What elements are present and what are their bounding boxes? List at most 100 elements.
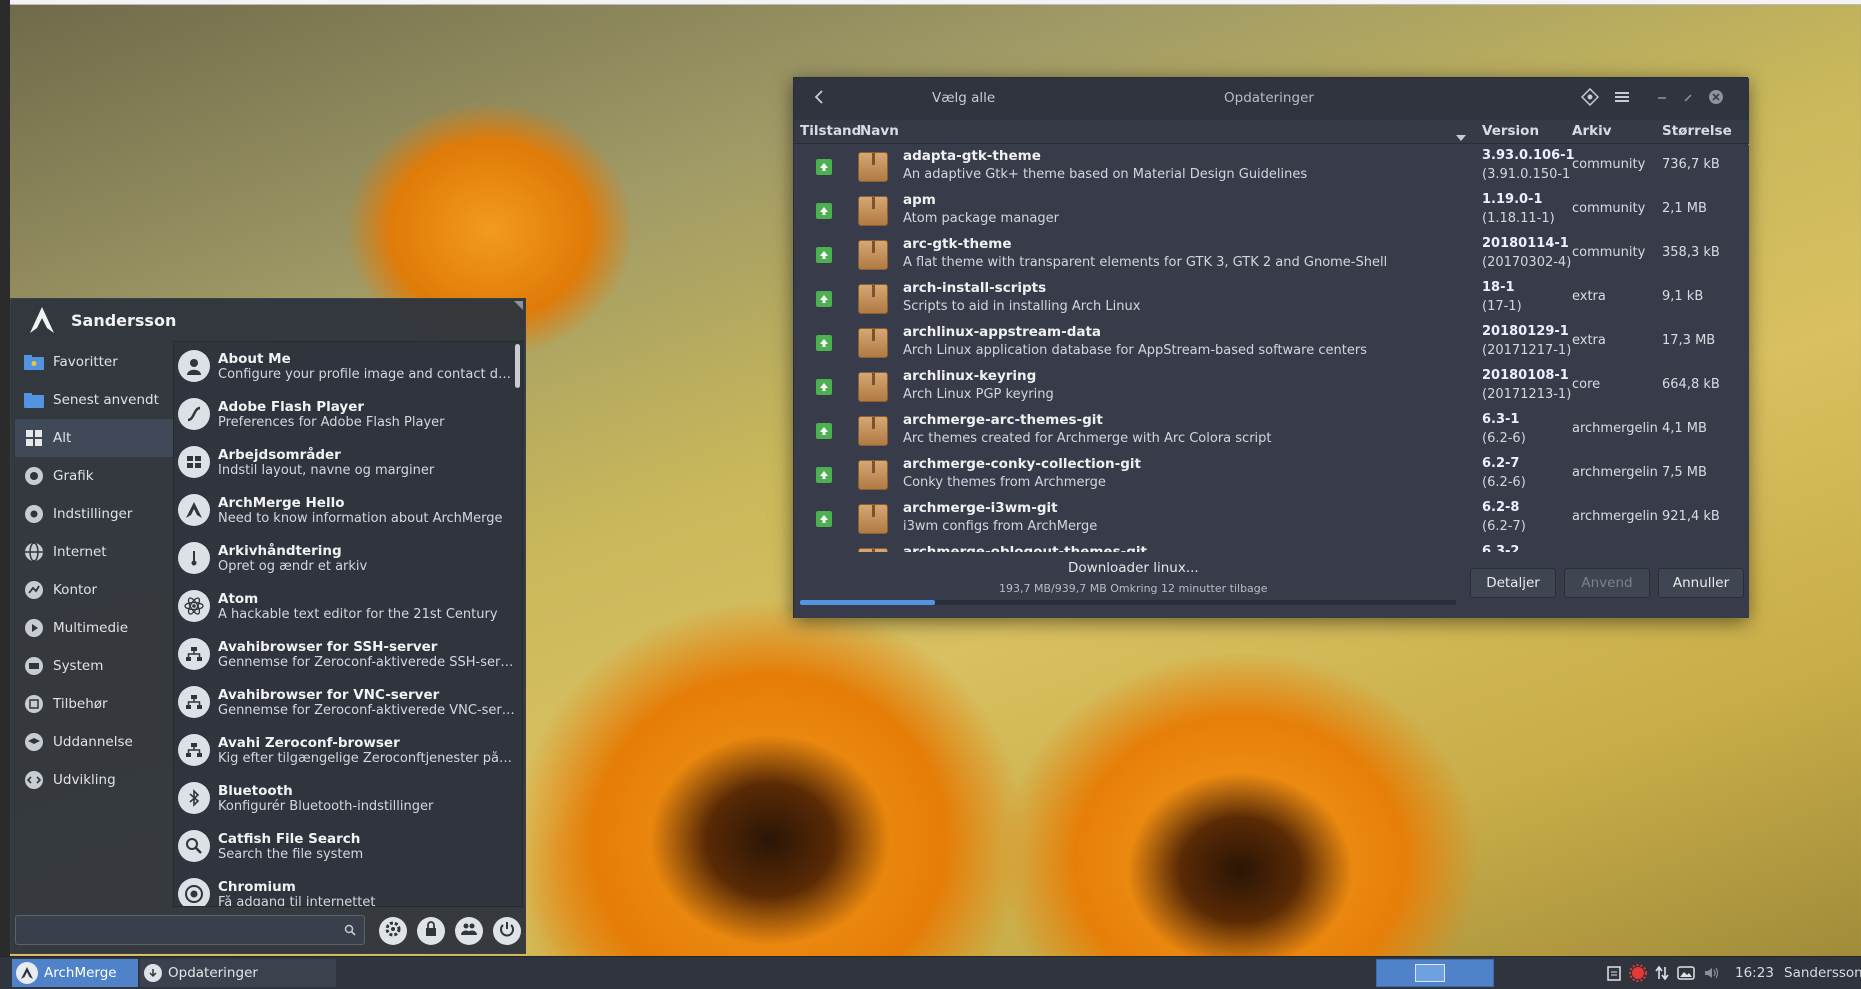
close-button[interactable] (1706, 89, 1726, 109)
close-icon (1708, 89, 1724, 109)
app-item-adobe-flash-player[interactable]: Adobe Flash Player Preferences for Adobe … (174, 390, 522, 438)
switch-user-button[interactable] (455, 917, 483, 945)
app-item-avahi-vnc[interactable]: Avahibrowser for VNC-server Gennemse for … (174, 678, 522, 726)
menu-search-box[interactable] (15, 915, 365, 945)
network-icon (178, 686, 210, 718)
lock-screen-button[interactable] (417, 917, 445, 945)
category-kontor[interactable]: Kontor (15, 571, 175, 609)
package-old-version: (6.2-7) (1482, 519, 1526, 534)
menu-button[interactable] (1612, 89, 1632, 109)
update-notifier-icon[interactable] (1628, 963, 1648, 983)
menu-search-input[interactable] (16, 916, 326, 944)
app-description: Gennemse for Zeroconf-aktiverede SSH-ser… (218, 654, 516, 670)
settings-button[interactable] (379, 917, 407, 945)
app-description: Opret og ændr et arkiv (218, 558, 368, 574)
upgrade-status-icon[interactable] (816, 335, 832, 351)
upgrade-status-icon[interactable] (816, 423, 832, 439)
session-user[interactable]: Sandersson (1784, 965, 1861, 981)
category-indstillinger[interactable]: Indstillinger (15, 495, 175, 533)
category-grafik[interactable]: Grafik (15, 457, 175, 495)
category-multimedie[interactable]: Multimedie (15, 609, 175, 647)
workspace-pager[interactable] (1376, 959, 1494, 987)
network-icon (178, 734, 210, 766)
category-senest-anvendt[interactable]: Senest anvendt (15, 381, 175, 419)
select-all-button[interactable]: Vælg alle (932, 90, 995, 106)
column-arkiv[interactable]: Arkiv (1572, 123, 1612, 139)
package-old-version: (3.91.0.150-1 (1482, 167, 1571, 182)
app-item-arbejdsomrader[interactable]: Arbejdsområder Indstil layout, navne og m… (174, 438, 522, 486)
package-row[interactable]: archmerge-conky-collection-git Conky the… (794, 453, 1749, 497)
sort-down-icon[interactable] (1456, 129, 1466, 145)
package-row[interactable]: archmerge-i3wm-git i3wm configs from Arc… (794, 497, 1749, 541)
locate-button[interactable] (1580, 87, 1600, 109)
app-list-scrollbar[interactable] (515, 344, 520, 388)
package-name: apm (903, 192, 936, 208)
upgrade-status-icon[interactable] (816, 511, 832, 527)
app-item-avahi-zeroconf[interactable]: Avahi Zeroconf-browser Kig efter tilgænge… (174, 726, 522, 774)
cancel-button[interactable]: Annuller (1658, 568, 1744, 598)
category-tilbehor[interactable]: Tilbehør (15, 685, 175, 723)
package-repo: extra (1572, 289, 1606, 304)
category-uddannelse[interactable]: Uddannelse (15, 723, 175, 761)
category-system[interactable]: System (15, 647, 175, 685)
category-internet[interactable]: Internet (15, 533, 175, 571)
upgrade-status-icon[interactable] (816, 379, 832, 395)
column-storrelse[interactable]: Størrelse (1662, 123, 1732, 139)
volume-icon[interactable] (1702, 963, 1722, 983)
app-item-about-me[interactable]: About Me Configure your profile image and… (174, 342, 522, 390)
download-progress-bar (800, 600, 1456, 605)
category-udvikling[interactable]: Udvikling (15, 761, 175, 799)
upgrade-status-icon[interactable] (816, 203, 832, 219)
app-item-chromium[interactable]: Chromium Få adgang til internettet (174, 870, 522, 906)
clipboard-icon[interactable] (1604, 963, 1624, 983)
package-icon (858, 372, 888, 402)
package-new-version: 1.19.0-1 (1482, 192, 1543, 207)
details-button[interactable]: Detaljer (1470, 568, 1556, 598)
column-tilstand[interactable]: Tilstand (800, 123, 861, 139)
app-item-archmerge-hello[interactable]: ArchMerge Hello Need to know information … (174, 486, 522, 534)
search-icon (342, 922, 358, 938)
column-navn[interactable]: Navn (860, 123, 899, 139)
upgrade-status-icon[interactable] (816, 467, 832, 483)
column-version[interactable]: Version (1482, 123, 1539, 139)
package-row[interactable]: archlinux-keyring Arch Linux PGP keyring… (794, 365, 1749, 409)
clock[interactable]: 16:23 (1735, 965, 1774, 981)
back-button[interactable] (808, 88, 830, 110)
app-item-catfish[interactable]: Catfish File Search Search the file syste… (174, 822, 522, 870)
app-item-avahi-ssh[interactable]: Avahibrowser for SSH-server Gennemse for … (174, 630, 522, 678)
package-old-version: (20171217-1) (1482, 343, 1572, 358)
category-favoritter[interactable]: Favoritter (15, 343, 175, 381)
package-old-version: (6.2-6) (1482, 431, 1526, 446)
package-row[interactable]: apm Atom package manager 1.19.0-1 (1.18.… (794, 189, 1749, 233)
app-item-atom[interactable]: Atom A hackable text editor for the 21st … (174, 582, 522, 630)
package-name: archmerge-arc-themes-git (903, 412, 1103, 428)
category-label: Favoritter (53, 354, 118, 370)
upgrade-status-icon[interactable] (816, 159, 832, 175)
package-name: archlinux-appstream-data (903, 324, 1102, 340)
package-row[interactable]: archmerge-arc-themes-git Arc themes crea… (794, 409, 1749, 453)
network-transfer-icon[interactable] (1652, 963, 1672, 983)
taskbar-item-opdateringer[interactable]: Opdateringer (140, 959, 336, 987)
maximize-button[interactable] (1678, 89, 1698, 109)
app-description: Search the file system (218, 846, 364, 862)
logout-button[interactable] (493, 917, 521, 945)
minimize-button[interactable] (1652, 89, 1672, 109)
image-viewer-icon[interactable] (1676, 963, 1696, 983)
package-row[interactable]: archlinux-appstream-data Arch Linux appl… (794, 321, 1749, 365)
app-description: Indstil layout, navne og marginer (218, 462, 435, 478)
apply-button[interactable]: Anvend (1564, 568, 1650, 598)
app-item-arkivhandtering[interactable]: Arkivhåndtering Opret og ændr et arkiv (174, 534, 522, 582)
package-row[interactable]: arch-install-scripts Scripts to aid in i… (794, 277, 1749, 321)
upgrade-status-icon[interactable] (816, 291, 832, 307)
updates-window: Vælg alle Opdateringer Tilstand Navn Ver… (793, 77, 1749, 618)
menu-resize-handle[interactable] (514, 301, 523, 310)
package-icon (858, 460, 888, 490)
package-row[interactable]: archmerge-oblogout-themes-git 6.3-2 (794, 541, 1749, 552)
package-row[interactable]: adapta-gtk-theme An adaptive Gtk+ theme … (794, 145, 1749, 189)
start-menu-button[interactable]: ArchMerge (12, 959, 138, 987)
app-item-bluetooth[interactable]: Bluetooth Konfigurér Bluetooth-indstillin… (174, 774, 522, 822)
package-row[interactable]: arc-gtk-theme A flat theme with transpar… (794, 233, 1749, 277)
category-alt[interactable]: Alt (15, 419, 175, 457)
upgrade-status-icon[interactable] (816, 247, 832, 263)
workspace-window-preview[interactable] (1415, 964, 1445, 982)
